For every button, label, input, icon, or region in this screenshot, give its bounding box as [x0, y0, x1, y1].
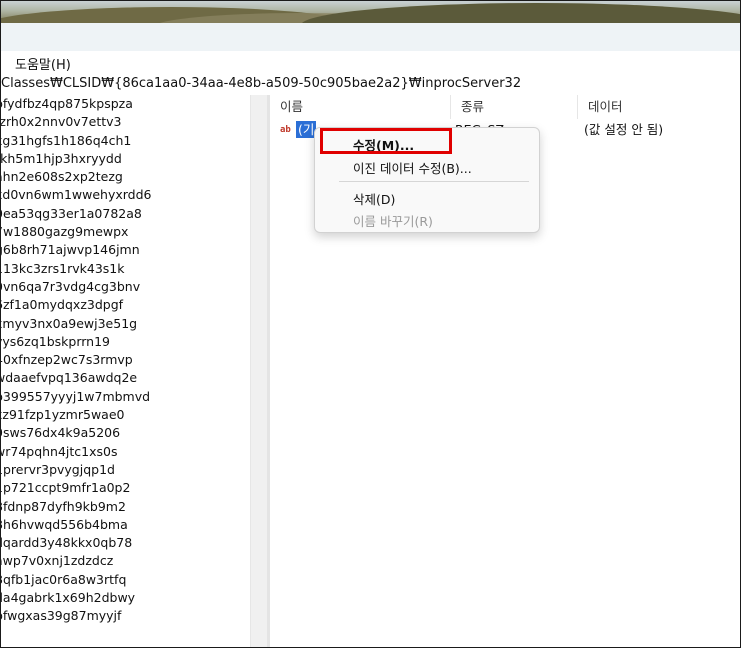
tree-item[interactable]: xd0vn6wm1wwehyxrdd6: [1, 186, 250, 204]
wallpaper-hill: [301, 3, 740, 23]
string-value-icon: ab: [280, 124, 296, 136]
tree-item[interactable]: fzrh0x2nnv0v7ettv3: [1, 113, 250, 131]
tree-item[interactable]: pfwgxas39g87myyjf: [1, 607, 250, 625]
menu-item-delete[interactable]: 삭제(D): [353, 189, 395, 208]
tree-item[interactable]: wdaaefvpq136awdq2e: [1, 369, 250, 387]
tree-item[interactable]: p399557yyyj1w7mbmvd: [1, 388, 250, 406]
tree-item[interactable]: rkh5m1hjp3hxryydd: [1, 150, 250, 168]
tree-item[interactable]: dqardd3y48kkx0qb78: [1, 534, 250, 552]
address-path[interactable]: Classes₩CLSID₩{86ca1aa0-34aa-4e8b-a509-5…: [1, 76, 521, 91]
menu-item-rename: 이름 바꾸기(R): [353, 214, 433, 229]
tree-item[interactable]: 7w1880gazg9mewpx: [1, 223, 250, 241]
tree-item[interactable]: 40xfnzep2wc7s3rmvp: [1, 351, 250, 369]
tree-item[interactable]: 1p721ccpt9mfr1a0p2: [1, 479, 250, 497]
tree-item[interactable]: pfydfbz4qp875kpspza: [1, 95, 250, 113]
tree-item[interactable]: 1prervr3pvygjqp1d: [1, 461, 250, 479]
tree-item[interactable]: wr74pqhn4jtc1xs0s: [1, 443, 250, 461]
tree-item[interactable]: vys6zq1bskprrn19: [1, 333, 250, 351]
registry-key-tree[interactable]: pfydfbz4qp875kpspza fzrh0x2nnv0v7ettv3 xg3…: [1, 95, 250, 647]
tree-item[interactable]: 0vn6qa7r3vdg4cg3bnv: [1, 278, 250, 296]
tree-item[interactable]: awp7v0xnj1zdzdcz: [1, 552, 250, 570]
tree-item[interactable]: g6b8rh71ajwvp146jmn: [1, 241, 250, 259]
highlight-box: [320, 128, 452, 154]
tree-item[interactable]: ahn2e608s2xp2tezg: [1, 168, 250, 186]
window-titlebar: [1, 23, 740, 51]
tree-item[interactable]: da4gabrk1x69h2dbwy: [1, 589, 250, 607]
tree-item[interactable]: xmyv3nx0a9ewj3e51g: [1, 315, 250, 333]
tree-scrollbar[interactable]: [250, 95, 268, 647]
tree-item[interactable]: 8h6hvwqd556b4bma: [1, 516, 250, 534]
tree-item[interactable]: xg31hgfs1h186q4ch1: [1, 132, 250, 150]
tree-item[interactable]: 8fdnp87dyfh9kb9m2: [1, 498, 250, 516]
column-header-data[interactable]: 데이터: [578, 95, 740, 119]
menu-separator: [339, 181, 529, 182]
menu-help[interactable]: 도움말(H): [15, 54, 71, 73]
column-header-type[interactable]: 종류: [451, 95, 578, 119]
address-bar[interactable]: Classes₩CLSID₩{86ca1aa0-34aa-4e8b-a509-5…: [1, 73, 740, 96]
menu-bar: 도움말(H): [1, 51, 740, 74]
value-data: (값 설정 안 됨): [584, 122, 664, 137]
column-header-name[interactable]: 이름: [270, 95, 451, 119]
tree-item[interactable]: 0ea53qg33er1a0782a8: [1, 205, 250, 223]
tree-item[interactable]: 113kc3zrs1rvk43s1k: [1, 260, 250, 278]
tree-item[interactable]: 6zf1a0mydqxz3dpgf: [1, 296, 250, 314]
menu-item-modify-binary[interactable]: 이진 데이터 수정(B)...: [353, 158, 472, 177]
tree-item[interactable]: 0sws76dx4k9a5206: [1, 424, 250, 442]
tree-item[interactable]: xz91fzp1yzmr5wae0: [1, 406, 250, 424]
desktop-wallpaper: [1, 1, 740, 23]
tree-item[interactable]: 8qfb1jac0r6a8w3rtfq: [1, 571, 250, 589]
screenshot-frame: 도움말(H) Classes₩CLSID₩{86ca1aa0-34aa-4e8b…: [0, 0, 741, 648]
